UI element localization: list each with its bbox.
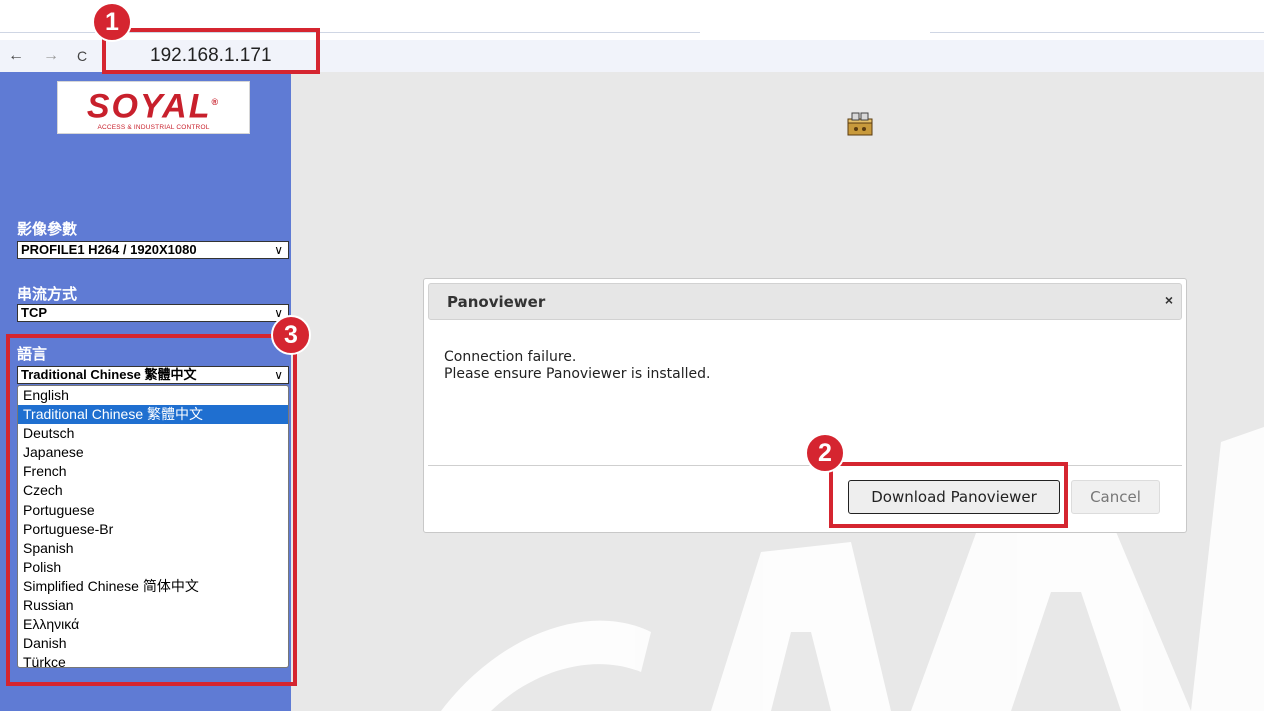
callout-number-1: 1	[92, 2, 132, 42]
callout-box-address	[102, 28, 320, 74]
divider	[930, 32, 1264, 33]
streaming-method-label: 串流方式	[17, 286, 78, 303]
plugin-icon	[847, 112, 873, 136]
dialog-title: Panoviewer	[447, 293, 546, 311]
registered-mark: ®	[211, 97, 221, 107]
panoviewer-dialog: Panoviewer × Connection failure. Please …	[423, 278, 1187, 533]
streaming-method-value: TCP	[21, 305, 47, 320]
video-profile-value: PROFILE1 H264 / 1920X1080	[21, 242, 197, 257]
forward-arrow-icon[interactable]: →	[43, 46, 59, 66]
callout-box-language	[6, 334, 297, 686]
cancel-button[interactable]: Cancel	[1071, 480, 1160, 514]
callout-number-3: 3	[271, 315, 311, 355]
logo-tagline: ACCESS & INDUSTRIAL CONTROL	[97, 124, 210, 132]
close-icon[interactable]: ×	[1165, 292, 1173, 308]
dialog-message: Connection failure. Please ensure Panovi…	[444, 349, 710, 383]
error-message-line: Connection failure.	[444, 349, 577, 365]
callout-box-download	[829, 462, 1068, 528]
soyal-logo: SOYAL® ACCESS & INDUSTRIAL CONTROL	[57, 81, 250, 134]
streaming-method-select[interactable]: TCP ∨	[17, 304, 289, 322]
reload-icon[interactable]: C	[77, 46, 87, 66]
chevron-down-icon: ∨	[274, 243, 283, 257]
logo-wordmark: SOYAL	[86, 87, 212, 126]
dialog-header: Panoviewer ×	[428, 283, 1182, 320]
install-hint-line: Please ensure Panoviewer is installed.	[444, 366, 711, 382]
video-profile-select[interactable]: PROFILE1 H264 / 1920X1080 ∨	[17, 241, 289, 259]
video-params-label: 影像參數	[17, 221, 78, 238]
callout-number-2: 2	[805, 433, 845, 473]
back-arrow-icon[interactable]: ←	[8, 46, 24, 66]
divider	[428, 465, 1182, 466]
